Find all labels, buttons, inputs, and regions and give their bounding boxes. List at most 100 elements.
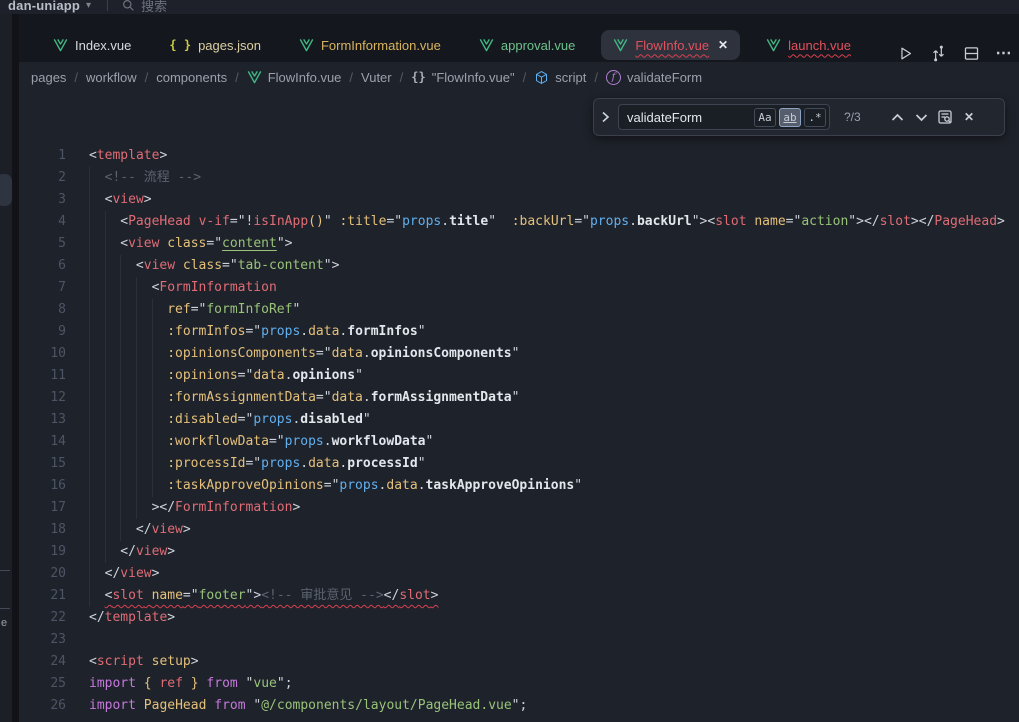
token: =" (574, 214, 590, 229)
token: processId (347, 456, 417, 471)
code-line-25[interactable]: 25import { ref } from "vue"; (19, 673, 1019, 695)
code-line-20[interactable]: 20</view> (19, 563, 1019, 585)
code-line-18[interactable]: 18</view> (19, 519, 1019, 541)
breadcrumb-item-script[interactable]: script (534, 70, 586, 85)
code-tokens: <view class="tab-content"> (136, 255, 340, 277)
token: < (89, 654, 97, 669)
line-number: 15 (19, 453, 66, 475)
token: <!-- 流程 --> (105, 170, 201, 185)
vue-icon (766, 38, 781, 52)
code-line-13[interactable]: 13:disabled="props.disabled" (19, 409, 1019, 431)
code-line-24[interactable]: 24<script setup> (19, 651, 1019, 673)
code-line-9[interactable]: 9:formInfos="props.data.formInfos" (19, 321, 1019, 343)
code-line-16[interactable]: 16:taskApproveOpinions="props.data.taskA… (19, 475, 1019, 497)
find-input[interactable] (627, 110, 751, 125)
token: > (152, 566, 160, 581)
code-editor[interactable]: 1<template>2<!-- 流程 -->3<view>4<PageHead… (19, 92, 1019, 722)
code-line-19[interactable]: 19</view> (19, 541, 1019, 563)
code-line-12[interactable]: 12:formAssignmentData="data.formAssignme… (19, 387, 1019, 409)
code-line-content: :workflowData="props.workflowData" (89, 431, 433, 453)
code-line-6[interactable]: 6<view class="tab-content"> (19, 255, 1019, 277)
token (144, 654, 152, 669)
code-line-22[interactable]: 22</template> (19, 607, 1019, 629)
tab-pages.json[interactable]: { }pages.json (157, 30, 273, 60)
whole-word-toggle[interactable]: ab (779, 108, 801, 127)
breadcrumb-separator: / (349, 70, 353, 85)
indent-guide (152, 387, 168, 409)
code-line-21[interactable]: 21<slot name="footer"><!-- 审批意见 --></slo… (19, 585, 1019, 607)
tab-Index.vue[interactable]: Index.vue (41, 30, 143, 60)
regex-toggle[interactable]: .* (804, 108, 826, 127)
breadcrumb-item-FlowInfo.vue[interactable]: {}"FlowInfo.vue" (411, 70, 514, 85)
previous-match-button[interactable] (888, 108, 906, 126)
project-name[interactable]: dan-uniapp (8, 0, 80, 13)
code-line-17[interactable]: 17></FormInformation> (19, 497, 1019, 519)
code-line-content: <slot name="footer"><!-- 审批意见 --></slot> (89, 585, 438, 607)
indent-guide (89, 255, 105, 277)
more-actions-button[interactable]: ⋯ (995, 44, 1013, 62)
code-line-15[interactable]: 15:processId="props.data.processId" (19, 453, 1019, 475)
tab-launch.vue[interactable]: launch.vue (754, 30, 863, 60)
breadcrumb-item-validateForm[interactable]: fvalidateForm (606, 70, 702, 85)
global-search[interactable]: 搜索 (122, 0, 167, 14)
token: . (363, 346, 371, 361)
token: > (431, 588, 439, 603)
breadcrumb-item-Vuter[interactable]: Vuter (361, 70, 392, 85)
sidebar-sash[interactable] (12, 14, 19, 722)
line-number: 11 (19, 365, 66, 387)
indent-guide (136, 387, 152, 409)
close-find-button[interactable]: ✕ (960, 108, 978, 126)
code-tokens: </template> (89, 607, 175, 629)
token: > (159, 148, 167, 163)
code-line-14[interactable]: 14:workflowData="props.workflowData" (19, 431, 1019, 453)
code-line-1[interactable]: 1<template> (19, 145, 1019, 167)
code-line-10[interactable]: 10:opinionsComponents="data.opinionsComp… (19, 343, 1019, 365)
tab-FormInformation.vue[interactable]: FormInformation.vue (287, 30, 453, 60)
indent-guide (89, 387, 105, 409)
tab-FlowInfo.vue[interactable]: FlowInfo.vue✕ (601, 30, 740, 60)
code-line-4[interactable]: 4<PageHead v-if="!isInApp()" :title="pro… (19, 211, 1019, 233)
indent-guide (136, 453, 152, 475)
code-line-26[interactable]: 26import PageHead from "@/components/lay… (19, 695, 1019, 717)
toggle-replace-button[interactable] (600, 106, 614, 128)
line-number: 13 (19, 409, 66, 431)
code-line-5[interactable]: 5<view class="content"> (19, 233, 1019, 255)
find-in-selection-button[interactable] (936, 108, 954, 126)
next-match-button[interactable] (912, 108, 930, 126)
breadcrumb-separator: / (594, 70, 598, 85)
code-line-content: </template> (89, 607, 175, 629)
code-line-11[interactable]: 11:opinions="data.opinions" (19, 365, 1019, 387)
code-line-8[interactable]: 8ref="formInfoRef" (19, 299, 1019, 321)
token: " (512, 390, 520, 405)
breadcrumb-item-components[interactable]: components (156, 70, 227, 85)
breadcrumb-item-FlowInfo.vue[interactable]: FlowInfo.vue (247, 70, 342, 85)
token: ></ (152, 500, 175, 515)
find-options: Aaab.* (751, 108, 826, 127)
code-line-23[interactable]: 23 (19, 629, 1019, 651)
token: ref (159, 676, 182, 691)
token: data (308, 324, 339, 339)
vue-icon (247, 70, 262, 84)
token: workflowData (332, 434, 426, 449)
indent-guide (120, 277, 136, 299)
token: from (214, 698, 245, 713)
split-editor-button[interactable] (962, 44, 980, 62)
breadcrumb-item-workflow[interactable]: workflow (86, 70, 137, 85)
breadcrumb-item-pages[interactable]: pages (31, 70, 66, 85)
close-icon[interactable]: ✕ (718, 38, 728, 52)
match-case-toggle[interactable]: Aa (754, 108, 776, 127)
code-tokens: <template> (89, 145, 167, 167)
run-button[interactable] (896, 44, 914, 62)
breadcrumb-label: FlowInfo.vue (268, 70, 342, 85)
tab-approval.vue[interactable]: approval.vue (467, 30, 587, 60)
token: "></ (848, 214, 879, 229)
code-line-3[interactable]: 3<view> (19, 189, 1019, 211)
open-changes-button[interactable] (929, 44, 947, 62)
token: formInfoRef (206, 302, 292, 317)
indent-guide (89, 519, 105, 541)
sidebar-selected-item[interactable] (0, 174, 12, 206)
find-input-box: Aaab.* (618, 104, 830, 130)
code-line-2[interactable]: 2<!-- 流程 --> (19, 167, 1019, 189)
code-line-7[interactable]: 7<FormInformation (19, 277, 1019, 299)
indent-guide (136, 321, 152, 343)
